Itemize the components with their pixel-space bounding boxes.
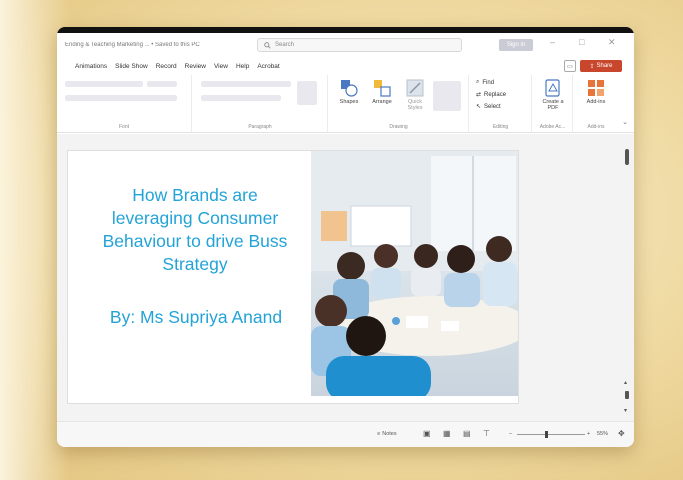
drawing-group-label: Drawing — [389, 124, 408, 130]
replace-label: Replace — [484, 91, 507, 98]
search-icon — [264, 41, 271, 49]
arrange-icon — [374, 80, 391, 97]
notes-icon: ≡ — [377, 431, 381, 437]
create-pdf-button[interactable]: Create a PDF — [537, 79, 569, 111]
tab-review[interactable]: Review — [185, 63, 206, 70]
ribbon-tabs: Animations Slide Show Record Review View… — [57, 57, 634, 75]
collapse-ribbon-icon[interactable]: ⌄ — [622, 118, 628, 126]
zoom-slider-thumb[interactable] — [545, 431, 548, 438]
quick-styles-icon — [406, 79, 424, 97]
powerpoint-window: Ending & Teaching Marketing ... • Saved … — [57, 27, 634, 447]
slide-author[interactable]: By: Ms Supriya Anand — [76, 307, 316, 328]
close-icon[interactable]: ✕ — [608, 37, 616, 48]
slide-photo[interactable] — [311, 151, 518, 401]
adobe-group-label: Adobe Ac... — [539, 124, 566, 130]
title-bar: Ending & Teaching Marketing ... • Saved … — [57, 33, 634, 57]
font-name-box[interactable] — [65, 81, 143, 87]
editing-group-label: Editing — [492, 124, 509, 130]
arrange-button[interactable]: Arrange — [367, 79, 397, 105]
tab-animations[interactable]: Animations — [75, 63, 107, 70]
share-icon: ⇪ — [589, 63, 595, 70]
find-label: Find — [482, 79, 495, 86]
share-button[interactable]: ⇪ Share — [580, 60, 622, 72]
reading-view-icon[interactable]: ▤ — [463, 429, 471, 438]
team-meeting-photo — [311, 151, 518, 401]
addins-button[interactable]: Add-ins — [578, 79, 614, 105]
vertical-scrollbar[interactable]: ▴ ▾ — [624, 139, 630, 419]
zoom-level[interactable]: 55% — [597, 431, 608, 437]
replace-icon: ⇄ — [476, 92, 482, 98]
tab-view[interactable]: View — [214, 63, 228, 70]
slide-title-line: Strategy — [162, 254, 228, 274]
tab-slide-show[interactable]: Slide Show — [115, 63, 148, 70]
notes-button[interactable]: ≡ Notes — [377, 431, 397, 437]
slide-title-line: How Brands are — [132, 185, 258, 205]
search-placeholder: Search — [275, 42, 295, 48]
slide-workspace: How Brands are leveraging Consumer Behav… — [57, 134, 634, 421]
replace-button[interactable]: ⇄ Replace — [476, 91, 507, 99]
addins-button-label: Add-ins — [586, 99, 606, 105]
slide-title-line: leveraging Consumer — [111, 208, 279, 228]
sign-in-button[interactable]: Sign in — [499, 39, 533, 51]
minimize-icon[interactable]: – — [550, 37, 555, 47]
normal-view-icon[interactable]: ▣ — [423, 429, 431, 438]
comments-button[interactable]: ▭ — [564, 60, 576, 72]
shapes-label: Shapes — [339, 99, 359, 105]
slide-sorter-icon[interactable]: ▦ — [443, 429, 451, 438]
maximize-icon[interactable]: □ — [579, 37, 584, 47]
adobe-group: Create a PDF Adobe Ac... — [533, 75, 573, 133]
shapes-icon — [341, 80, 358, 97]
slideshow-icon[interactable]: ⊤ — [483, 429, 490, 438]
tab-record[interactable]: Record — [156, 63, 177, 70]
scrollbar-thumb[interactable] — [625, 149, 629, 165]
select-icon: ↖ — [476, 104, 482, 110]
scroll-up-icon[interactable]: ▴ — [624, 379, 627, 386]
quick-styles-button[interactable]: Quick Styles — [401, 79, 429, 111]
status-bar: ≡ Notes ▣ ▦ ▤ ⊤ – + 55% ✥ — [57, 421, 634, 447]
zoom-slider[interactable] — [517, 431, 585, 438]
pdf-icon — [545, 79, 560, 97]
zoom-out-icon[interactable]: – — [509, 431, 512, 437]
shapes-button[interactable]: Shapes — [335, 79, 363, 105]
font-group-label: Font — [118, 124, 129, 130]
fit-to-window-icon[interactable]: ✥ — [618, 429, 625, 438]
scroll-down-icon[interactable]: ▾ — [624, 407, 627, 414]
font-group: Font — [57, 75, 192, 133]
slide-title[interactable]: How Brands are leveraging Consumer Behav… — [78, 184, 312, 276]
comment-icon: ▭ — [567, 63, 573, 70]
quick-styles-label: Quick Styles — [407, 99, 423, 111]
tab-acrobat[interactable]: Acrobat — [257, 63, 279, 70]
arrange-label: Arrange — [372, 99, 392, 105]
create-pdf-label: Create a PDF — [542, 99, 564, 111]
ribbon: Font Paragraph Shapes Arrange Quick Styl… — [57, 75, 634, 133]
drawing-group: Shapes Arrange Quick Styles Drawing — [329, 75, 469, 133]
paragraph-group: Paragraph — [193, 75, 328, 133]
prev-slide-icon[interactable] — [625, 391, 629, 399]
find-icon: ⌕ — [476, 79, 480, 85]
find-button[interactable]: ⌕ Find — [476, 79, 494, 86]
paragraph-group-label: Paragraph — [248, 124, 272, 130]
shape-fill-outline-buttons[interactable] — [433, 81, 461, 111]
addins-icon — [588, 80, 604, 96]
list-buttons-row[interactable] — [201, 81, 291, 87]
search-input[interactable]: Search — [257, 38, 462, 52]
font-format-row[interactable] — [65, 95, 177, 101]
addins-group-label: Add-ins — [587, 124, 605, 130]
font-size-box[interactable] — [147, 81, 177, 87]
alignment-buttons-row[interactable] — [201, 95, 281, 101]
select-button[interactable]: ↖ Select — [476, 103, 501, 111]
text-direction-buttons[interactable] — [297, 81, 317, 105]
tab-help[interactable]: Help — [236, 63, 249, 70]
slide-title-line: Behaviour to drive Buss — [102, 231, 288, 251]
select-label: Select — [484, 103, 501, 110]
slide-canvas[interactable]: How Brands are leveraging Consumer Behav… — [67, 150, 519, 404]
sign-in-label: Sign in — [506, 42, 526, 48]
addins-group: Add-ins Add-ins — [574, 75, 618, 133]
zoom-in-icon[interactable]: + — [587, 431, 590, 437]
document-title[interactable]: Ending & Teaching Marketing ... • Saved … — [65, 42, 245, 48]
notes-label: Notes — [382, 431, 397, 437]
editing-group: ⌕ Find ⇄ Replace ↖ Select Editing — [470, 75, 532, 133]
share-label: Share — [596, 63, 613, 69]
